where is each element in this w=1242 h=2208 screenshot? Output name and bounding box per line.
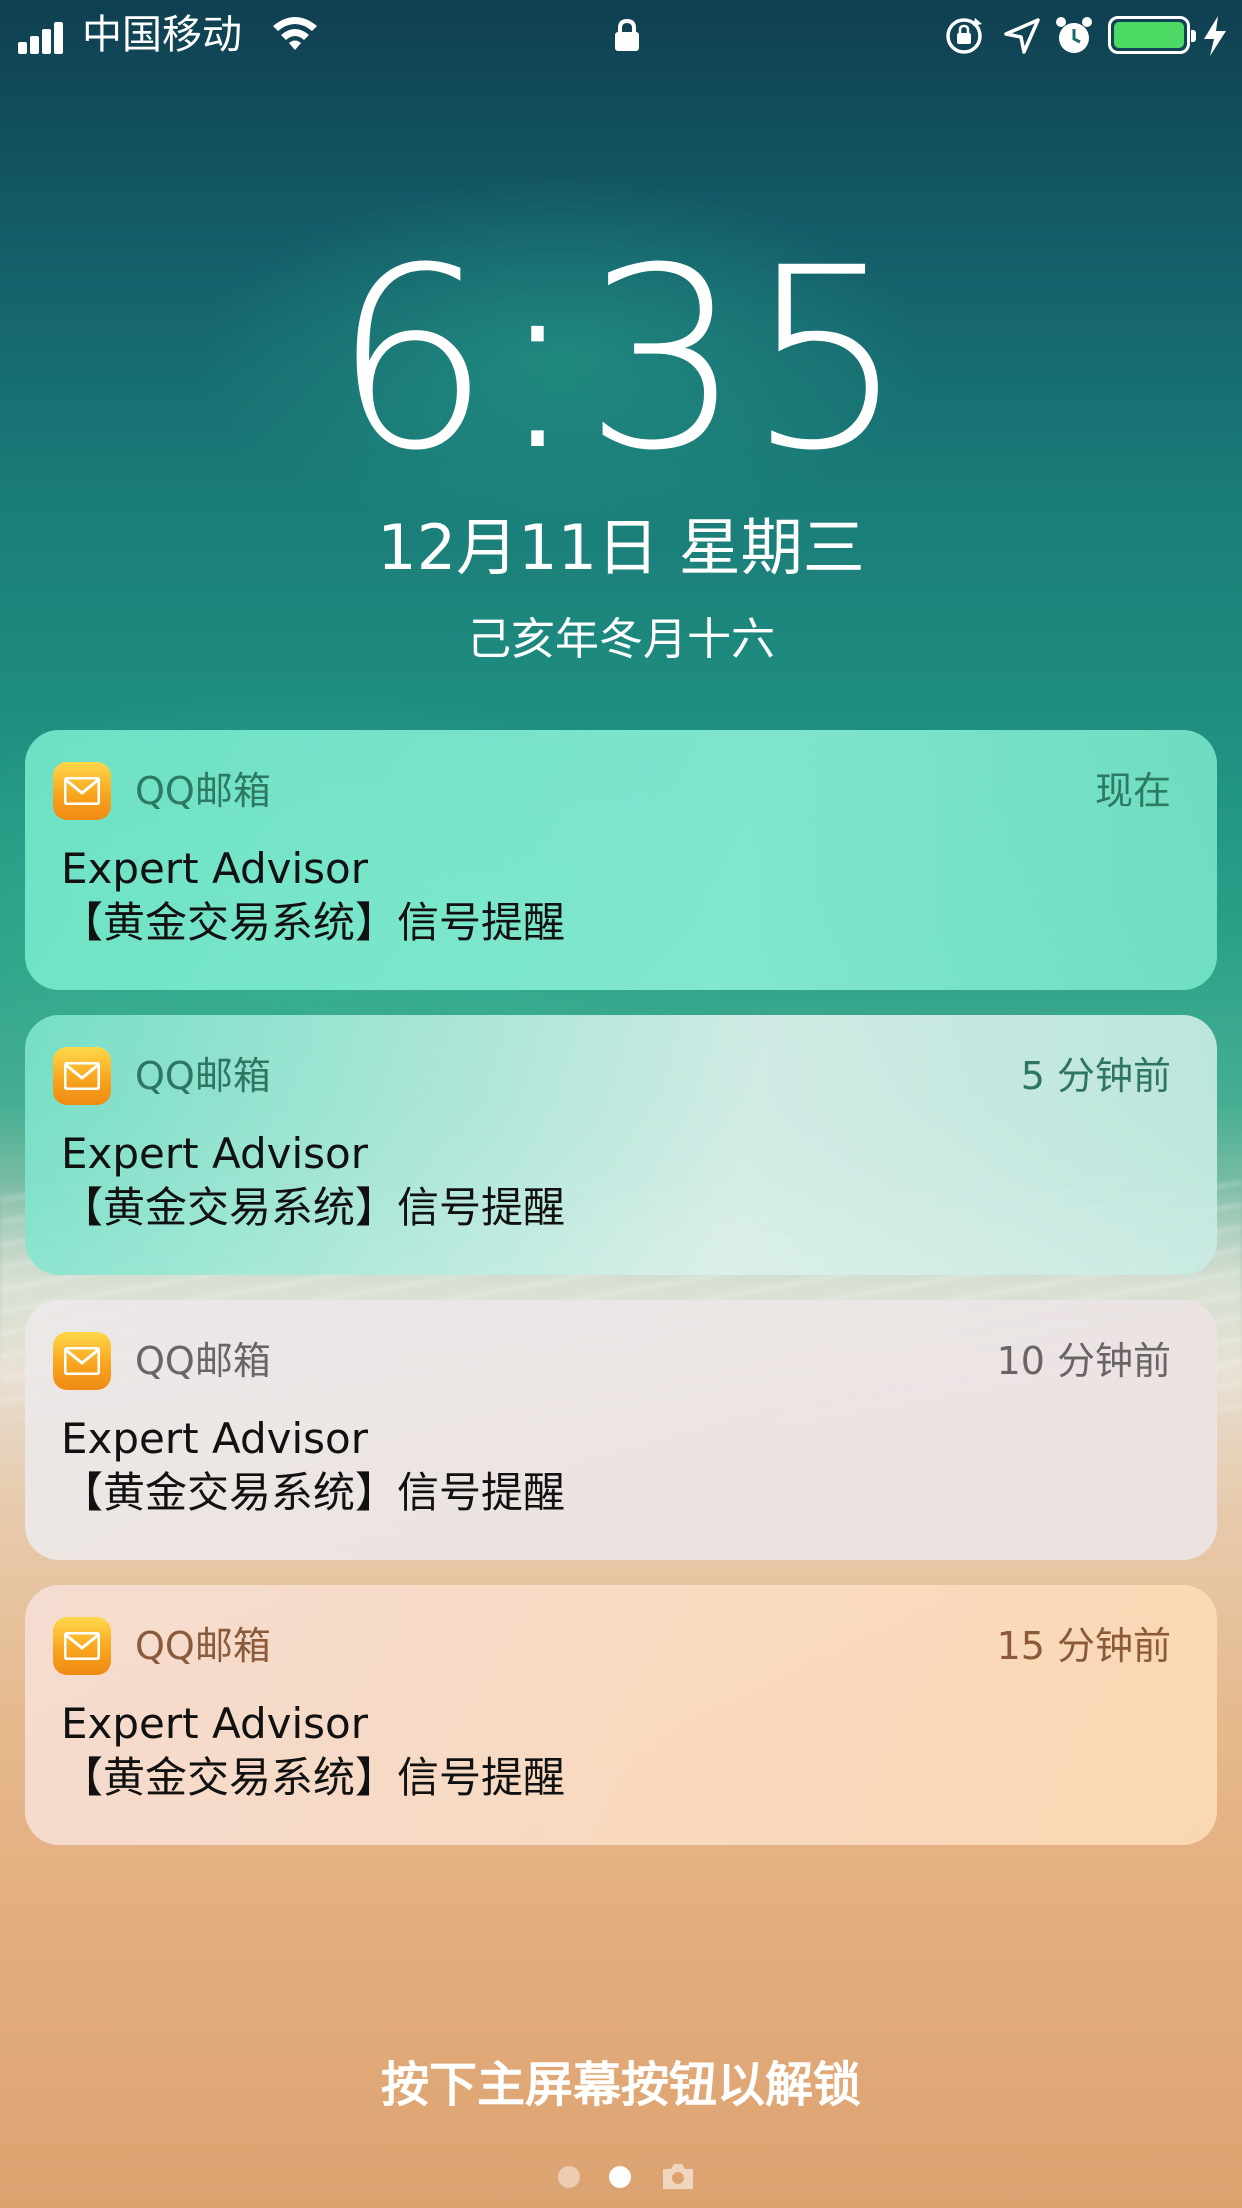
notification-body: 【黄金交易系统】信号提醒 <box>61 1468 566 1517</box>
lunar-date: 己亥年冬月十六 <box>467 614 775 665</box>
notification-app-name: QQ邮箱 <box>135 769 271 813</box>
notification-time: 15 分钟前 <box>996 1624 1171 1668</box>
qq-mail-app-icon <box>53 1047 111 1105</box>
notification-card[interactable]: QQ邮箱 现在 Expert Advisor 【黄金交易系统】信号提醒 <box>25 730 1217 990</box>
notification-body: 【黄金交易系统】信号提醒 <box>61 898 566 947</box>
notification-app-name: QQ邮箱 <box>135 1339 271 1383</box>
notification-title: Expert Advisor <box>61 1414 369 1463</box>
lock-icon <box>615 18 639 51</box>
notification-time: 现在 <box>1094 769 1171 813</box>
notification-card[interactable]: QQ邮箱 15 分钟前 Expert Advisor 【黄金交易系统】信号提醒 <box>25 1585 1217 1845</box>
page-indicator[interactable] <box>0 2160 1242 2194</box>
lock-date: 12月11日 星期三 <box>377 511 865 584</box>
carrier-name: 中国移动 <box>82 12 242 58</box>
qq-mail-app-icon <box>53 762 111 820</box>
page-dot-current[interactable] <box>609 2166 631 2188</box>
wifi-icon <box>273 17 317 50</box>
notification-card[interactable]: QQ邮箱 5 分钟前 Expert Advisor 【黄金交易系统】信号提醒 <box>25 1015 1217 1275</box>
battery-icon <box>1108 16 1196 54</box>
qq-mail-app-icon <box>53 1617 111 1675</box>
notification-card[interactable]: QQ邮箱 10 分钟前 Expert Advisor 【黄金交易系统】信号提醒 <box>25 1300 1217 1560</box>
notification-time: 5 分钟前 <box>1020 1054 1171 1098</box>
notification-title: Expert Advisor <box>61 1129 369 1178</box>
battery-level <box>1114 22 1184 48</box>
unlock-hint: 按下主屏幕按钮以解锁 <box>380 2057 861 2113</box>
qq-mail-app-icon <box>53 1332 111 1390</box>
location-icon <box>1004 18 1040 54</box>
notification-body: 【黄金交易系统】信号提醒 <box>61 1183 566 1232</box>
alarm-icon <box>1056 17 1092 53</box>
status-bar: 中国移动 <box>0 0 1242 70</box>
page-dot[interactable] <box>558 2166 580 2188</box>
signal-icon <box>18 20 72 54</box>
notification-title: Expert Advisor <box>61 1699 369 1748</box>
lock-clock: 6:35 <box>332 214 910 505</box>
notification-title: Expert Advisor <box>61 844 369 893</box>
notification-body: 【黄金交易系统】信号提醒 <box>61 1753 566 1802</box>
orientation-lock-icon <box>946 18 982 54</box>
notification-app-name: QQ邮箱 <box>135 1054 271 1098</box>
lock-screen: 中国移动 6:35 12月11日 星期三 己亥年冬月十六 QQ邮箱 现在 Exp… <box>0 0 1242 2208</box>
camera-icon[interactable] <box>660 2160 696 2192</box>
notification-time: 10 分钟前 <box>996 1339 1171 1383</box>
charging-bolt-icon <box>1204 16 1226 56</box>
notification-app-name: QQ邮箱 <box>135 1624 271 1668</box>
